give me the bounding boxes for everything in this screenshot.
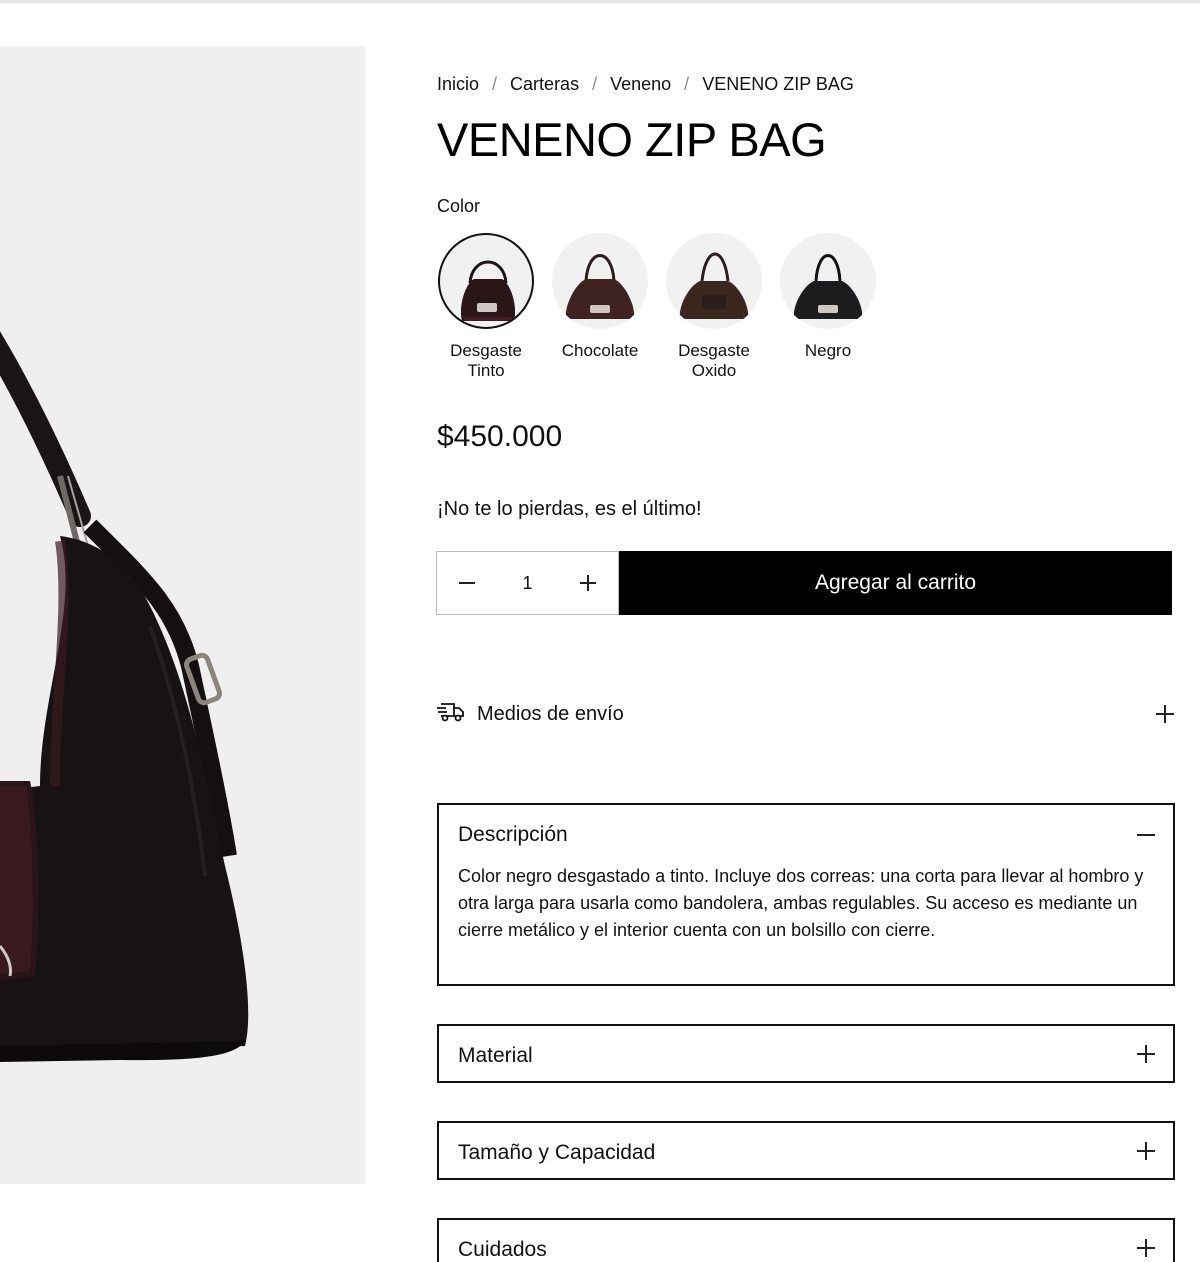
swatch-image [666,233,762,329]
color-swatch-chocolate[interactable]: Chocolate [550,233,650,361]
product-title: VENENO ZIP BAG [437,113,827,166]
add-to-cart-button[interactable]: Agregar al carrito [619,551,1172,615]
accordion-size-capacity[interactable]: Tamaño y Capacidad [437,1121,1175,1180]
breadcrumb-separator: / [492,74,498,94]
quantity-stepper: 1 [436,551,619,615]
accordion-title: Cuidados [458,1238,547,1261]
color-swatch-negro[interactable]: Negro [778,233,878,361]
accordion-title: Material [458,1044,533,1067]
accordion-description[interactable]: Descripción Color negro desgastado a tin… [437,803,1175,986]
breadcrumb-link-collection[interactable]: Veneno [610,74,671,95]
plus-icon[interactable] [578,573,598,593]
plus-icon [1137,1239,1155,1257]
quantity-value[interactable]: 1 [522,573,532,594]
breadcrumb-separator: / [684,74,690,94]
color-swatch-desgaste-oxido[interactable]: Desgaste Oxido [664,233,764,381]
truck-icon [437,701,465,728]
breadcrumb: Inicio / Carteras / Veneno / VENENO ZIP BAG [437,74,854,95]
shipping-toggle[interactable]: Medios de envío [437,696,1175,732]
minus-icon [1137,826,1155,844]
breadcrumb-separator: / [592,74,598,94]
breadcrumb-current: VENENO ZIP BAG [702,74,854,94]
plus-icon [1156,705,1174,723]
swatch-label: Negro [804,341,852,360]
swatch-label: Desgaste Tinto [450,341,522,380]
bag-photo [0,331,249,1062]
swatch-label: Chocolate [561,341,639,360]
plus-icon [1137,1142,1155,1160]
breadcrumb-link-home[interactable]: Inicio [437,74,479,95]
swatch-image [780,233,876,329]
description-text: Color negro desgastado a tinto. Incluye … [458,866,1144,940]
accordion-material[interactable]: Material [437,1024,1175,1083]
accordion-title: Tamaño y Capacidad [458,1141,656,1164]
accordion-title: Descripción [458,823,568,846]
accordion-care[interactable]: Cuidados [437,1218,1175,1262]
product-image[interactable] [0,46,365,1184]
color-swatch-desgaste-tinto[interactable]: Desgaste Tinto [436,233,536,381]
stock-note: ¡No te lo pierdas, es el último! [437,498,702,520]
swatch-image [552,233,648,329]
swatch-image [438,233,534,329]
product-price: $450.000 [437,420,563,453]
breadcrumb-link-category[interactable]: Carteras [510,74,579,95]
shipping-label: Medios de envío [477,702,624,725]
color-label: Color [437,196,481,216]
swatch-label: Desgaste Oxido [678,341,750,380]
minus-icon[interactable] [457,573,477,593]
plus-icon [1137,1045,1155,1063]
top-divider [0,0,1200,3]
